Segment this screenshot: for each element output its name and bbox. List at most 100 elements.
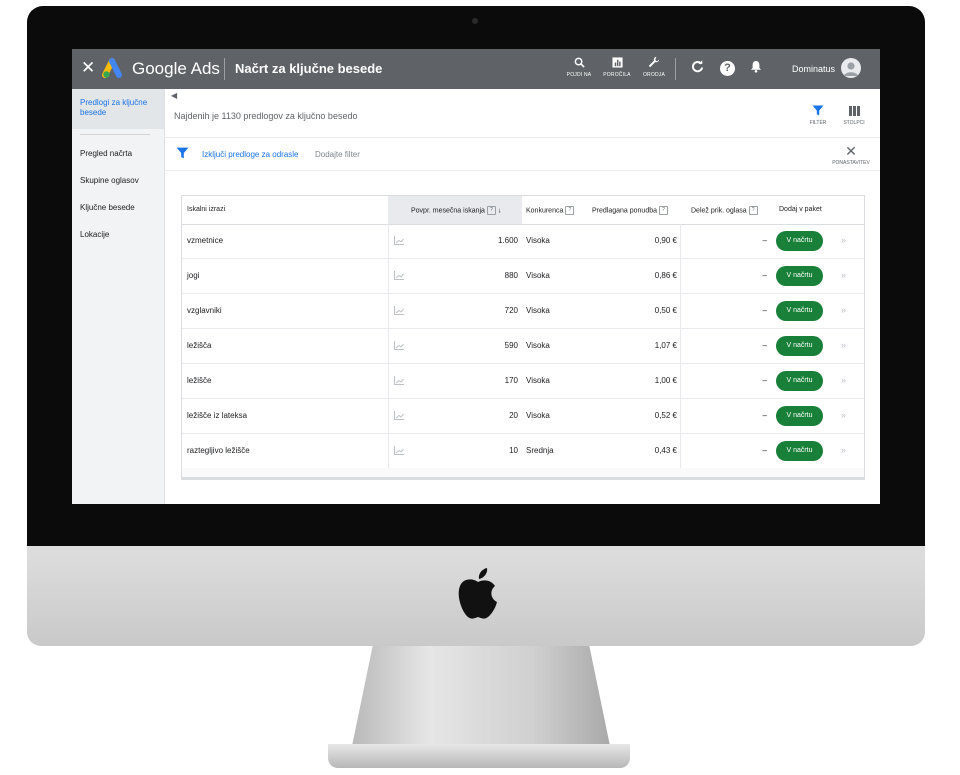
bid-cell: 1,00 € [654,376,677,385]
bid-cell: 0,86 € [654,271,677,280]
table-row: vzglavniki 720 Visoka 0,50 € – V načrtu … [182,294,864,329]
sidebar-item-locations[interactable]: Lokacije [80,230,109,239]
refresh-icon[interactable] [691,60,704,76]
filter-icon[interactable] [176,147,189,159]
divider [388,224,389,258]
competition-cell: Visoka [526,376,550,385]
sidebar-item-ad-groups[interactable]: Skupine oglasov [80,176,139,185]
reset-label: PONASTAVITEV [832,160,870,166]
divider [680,364,681,398]
chevron-right-icon[interactable]: » [841,270,846,280]
keyword-table: Iskalni izrazi Povpr. mesečna iskanja? ↓… [181,195,865,480]
header-add: Dodaj v paket [779,206,822,213]
chevron-right-icon[interactable]: » [841,235,846,245]
divider [164,170,880,171]
avatar-icon[interactable] [841,58,861,78]
share-cell: – [762,306,767,315]
divider [388,259,389,293]
sidebar-item-keyword-ideas[interactable]: Predlogi za ključne besede [72,89,164,129]
add-filter-link[interactable]: Dodajte filter [315,150,360,159]
sort-desc-icon: ↓ [497,207,502,215]
in-plan-button[interactable]: V načrtu [776,231,823,251]
divider [680,329,681,363]
notifications-icon[interactable] [750,60,762,76]
filter-button[interactable]: FILTER [807,105,829,127]
searches-cell: 590 [504,341,518,350]
competition-cell: Srednja [526,446,554,455]
chevron-right-icon[interactable]: » [841,445,846,455]
in-plan-button[interactable]: V načrtu [776,441,823,461]
in-plan-button[interactable]: V načrtu [776,301,823,321]
goto-button[interactable]: POJDI NA [564,55,594,79]
trend-chart-icon[interactable] [394,236,404,245]
searches-cell: 20 [509,411,518,420]
chevron-right-icon[interactable]: » [841,305,846,315]
help-icon[interactable]: ? [748,206,758,215]
chevron-right-icon[interactable]: » [841,375,846,385]
account-name[interactable]: Dominatus [792,64,835,74]
share-cell: – [762,411,767,420]
results-count: Najdenih je 1130 predlogov za ključno be… [174,111,358,121]
table-row: ležišče iz lateksa 20 Visoka 0,52 € – V … [182,399,864,434]
chevron-right-icon[interactable]: » [841,340,846,350]
keyword-cell: jogi [187,271,200,280]
filter-label: FILTER [809,120,827,126]
header-bid-label: Predlagana ponudba [592,207,658,215]
keyword-cell: ležišče [187,376,212,385]
table-row: jogi 880 Visoka 0,86 € – V načrtu » [182,259,864,294]
searches-cell: 170 [504,376,518,385]
columns-button[interactable]: STOLPCI [839,105,869,127]
divider [388,364,389,398]
competition-cell: Visoka [526,411,550,420]
chevron-right-icon[interactable]: » [841,410,846,420]
divider [388,434,389,468]
columns-label: STOLPCI [843,120,865,126]
help-icon[interactable]: ? [486,206,496,215]
help-icon[interactable]: ? [565,206,575,215]
in-plan-button[interactable]: V načrtu [776,371,823,391]
sidebar-item-keywords[interactable]: Ključne besede [80,203,135,212]
header-competition-label: Konkurenca [526,207,564,215]
sidebar-item-plan-overview[interactable]: Pregled načrta [80,149,132,158]
reports-button[interactable]: POROČILA [602,55,632,79]
searches-cell: 10 [509,446,518,455]
share-cell: – [762,446,767,455]
divider [388,294,389,328]
bid-cell: 0,50 € [654,306,677,315]
columns-icon [839,105,869,119]
screen: ✕ Google Ads Načrt za ključne besede POJ… [72,49,880,504]
trend-chart-icon[interactable] [394,376,404,385]
header-keyword[interactable]: Iskalni izrazi [187,206,225,213]
close-icon[interactable]: ✕ [81,58,95,78]
trend-chart-icon[interactable] [394,306,404,315]
table-header: Iskalni izrazi Povpr. mesečna iskanja? ↓… [182,196,864,225]
header-share[interactable]: Delež prik. oglasa? [691,206,758,215]
header-competition[interactable]: Konkurenca? [526,206,575,215]
in-plan-button[interactable]: V načrtu [776,266,823,286]
header-searches[interactable]: Povpr. mesečna iskanja? ↓ [411,206,501,215]
competition-cell: Visoka [526,306,550,315]
divider [680,434,681,468]
trend-chart-icon[interactable] [394,411,404,420]
competition-cell: Visoka [526,341,550,350]
trend-chart-icon[interactable] [394,271,404,280]
reset-button[interactable]: ✕ PONASTAVITEV [825,144,877,167]
bid-cell: 0,43 € [654,446,677,455]
search-icon [564,55,594,71]
in-plan-button[interactable]: V načrtu [776,336,823,356]
table-row: ležišče 170 Visoka 1,00 € – V načrtu » [182,364,864,399]
divider [675,58,676,80]
trend-chart-icon[interactable] [394,341,404,350]
help-icon[interactable]: ? [659,206,669,215]
table-footer [182,468,864,477]
trend-chart-icon[interactable] [394,446,404,455]
tools-label: ORODJA [642,72,666,78]
in-plan-button[interactable]: V načrtu [776,406,823,426]
tools-button[interactable]: ORODJA [639,55,669,79]
help-icon[interactable]: ? [720,61,735,76]
collapse-sidebar-icon[interactable]: ◀ [171,91,177,100]
active-filter-chip[interactable]: Izključi predloge za odrasle [202,150,299,159]
bid-cell: 0,90 € [654,236,677,245]
header-bid[interactable]: Predlagana ponudba? [592,206,669,215]
monitor-stand-base [328,744,630,768]
